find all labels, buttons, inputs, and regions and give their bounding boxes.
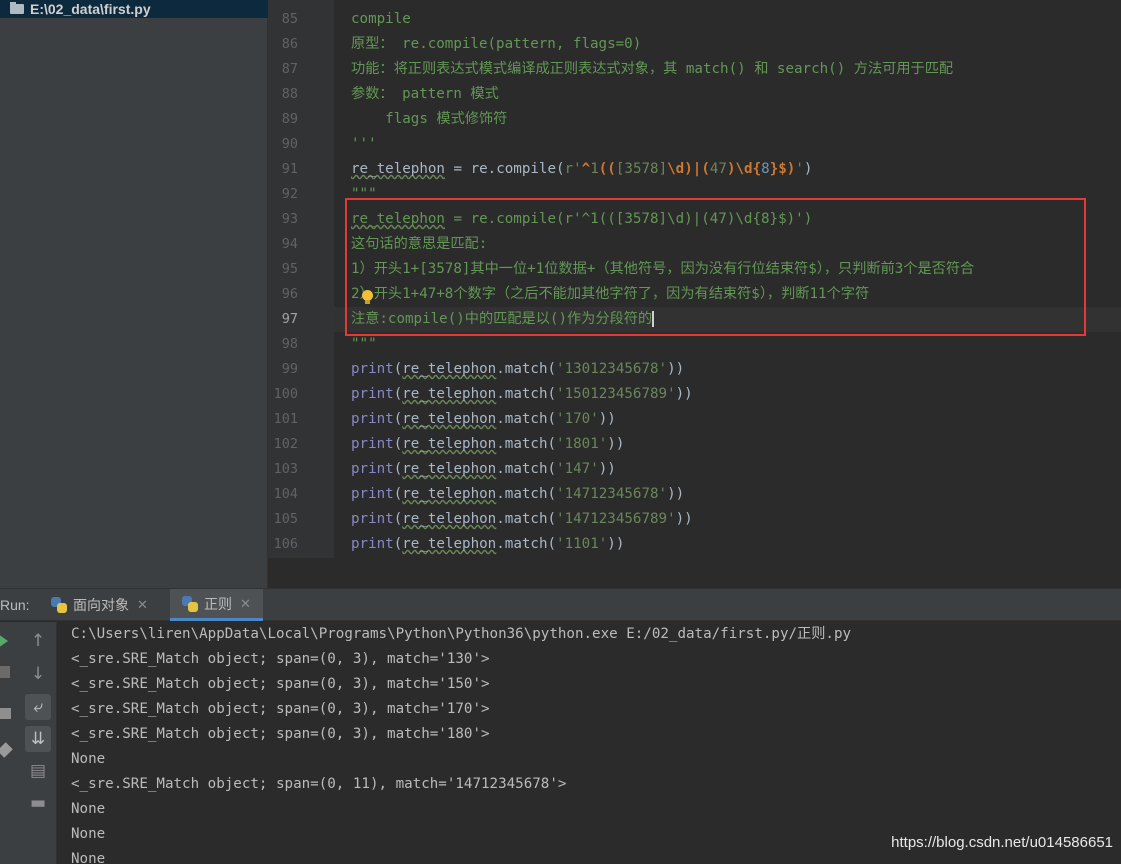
line-number: 104 (273, 486, 298, 502)
line-number: 100 (273, 386, 298, 402)
code-line-print: print(re_telephon.match('14712345678')) (351, 486, 685, 502)
close-icon[interactable]: ✕ (137, 597, 148, 613)
watermark: https://blog.csdn.net/u014586651 (891, 834, 1113, 851)
line-number: 95 (281, 261, 298, 277)
tab-zhengze[interactable]: 正则 ✕ (170, 589, 263, 621)
line-number: 99 (281, 361, 298, 377)
line-number: 94 (281, 236, 298, 252)
line-number: 87 (281, 61, 298, 77)
code-line-print: print(re_telephon.match('13012345678')) (351, 361, 685, 377)
python-file-icon (51, 597, 67, 613)
code-line-print: print(re_telephon.match('1801')) (351, 436, 625, 452)
code-line: compile (351, 11, 411, 27)
run-actions-strip (0, 622, 17, 864)
code-line-regex: re_telephon = re.compile(r'^1(([3578]\d)… (351, 161, 813, 177)
console-actions-strip: ↑ ↓ ⤶ ⇊ ▤ ▬ (17, 622, 57, 864)
line-number: 102 (273, 436, 298, 452)
code-line: 参数： pattern 模式 (351, 86, 499, 102)
tree-item-first-py[interactable]: E:\02_data\first.py (0, 0, 268, 18)
arrow-up-icon[interactable]: ↑ (25, 628, 51, 654)
code-line-print: print(re_telephon.match('150123456789')) (351, 386, 693, 402)
layout-icon[interactable] (0, 708, 11, 719)
console-line: <_sre.SRE_Match object; span=(0, 3), mat… (71, 676, 490, 692)
scroll-to-end-icon[interactable]: ⇊ (25, 726, 51, 752)
code-line-print: print(re_telephon.match('147123456789')) (351, 511, 693, 527)
line-number: 90 (281, 136, 298, 152)
run-label: Run: (0, 597, 30, 613)
play-icon[interactable] (0, 634, 8, 648)
project-tree-panel: E:\02_data\first.py (0, 0, 268, 588)
console-line: <_sre.SRE_Match object; span=(0, 11), ma… (71, 776, 567, 792)
line-number: 85 (281, 11, 298, 27)
line-number: 89 (281, 111, 298, 127)
print-icon[interactable]: ▤ (25, 758, 51, 784)
code-line: 功能：将正则表达式模式编译成正则表达式对象，其 match() 和 search… (351, 61, 954, 77)
trash-icon[interactable]: ▬ (25, 790, 51, 816)
line-number: 105 (273, 511, 298, 527)
editor-bottom-area (268, 558, 1121, 588)
pin-icon[interactable] (0, 742, 13, 758)
code-line-print: print(re_telephon.match('170')) (351, 411, 616, 427)
arrow-down-icon[interactable]: ↓ (25, 661, 51, 687)
close-icon[interactable]: ✕ (240, 596, 251, 612)
code-line-print: print(re_telephon.match('1101')) (351, 536, 625, 552)
highlight-annotation-box (345, 198, 1086, 336)
code-line: ''' (351, 136, 377, 152)
console-line: <_sre.SRE_Match object; span=(0, 3), mat… (71, 651, 490, 667)
console-line: None (71, 751, 106, 767)
tab-label: 面向对象 (73, 597, 129, 613)
line-number: 101 (273, 411, 298, 427)
console-line: None (71, 826, 106, 842)
run-toolbar: Run: 面向对象 ✕ 正则 ✕ (0, 589, 1121, 621)
console-line: <_sre.SRE_Match object; span=(0, 3), mat… (71, 726, 490, 742)
soft-wrap-icon[interactable]: ⤶ (25, 694, 51, 720)
line-number: 88 (281, 86, 298, 102)
tab-label: 正则 (204, 595, 232, 612)
line-number: 86 (281, 36, 298, 52)
code-line: flags 模式修饰符 (351, 111, 508, 127)
stop-icon[interactable] (0, 666, 10, 678)
line-number: 91 (281, 161, 298, 177)
line-number-gutter: 85 86 87 88 89 90 91 92 93 94 95 96 97 9… (268, 0, 347, 558)
line-number: 92 (281, 186, 298, 202)
python-file-icon (182, 595, 198, 612)
folder-icon (10, 2, 24, 14)
line-number: 106 (273, 536, 298, 552)
code-line: 原型： re.compile(pattern, flags=0) (351, 36, 642, 52)
console-line: <_sre.SRE_Match object; span=(0, 3), mat… (71, 701, 490, 717)
line-number: 98 (281, 336, 298, 352)
console-line: None (71, 851, 106, 864)
line-number: 103 (273, 461, 298, 477)
line-number: 93 (281, 211, 298, 227)
console-line: None (71, 801, 106, 817)
tab-mianxiangduixiang[interactable]: 面向对象 ✕ (41, 589, 158, 621)
line-number: 96 (281, 286, 298, 302)
console-line: C:\Users\liren\AppData\Local\Programs\Py… (71, 626, 852, 642)
line-number-current: 97 (281, 311, 298, 327)
run-console-output[interactable]: C:\Users\liren\AppData\Local\Programs\Py… (57, 622, 1121, 864)
code-line-print: print(re_telephon.match('147')) (351, 461, 616, 477)
tree-item-label: E:\02_data\first.py (30, 1, 151, 17)
